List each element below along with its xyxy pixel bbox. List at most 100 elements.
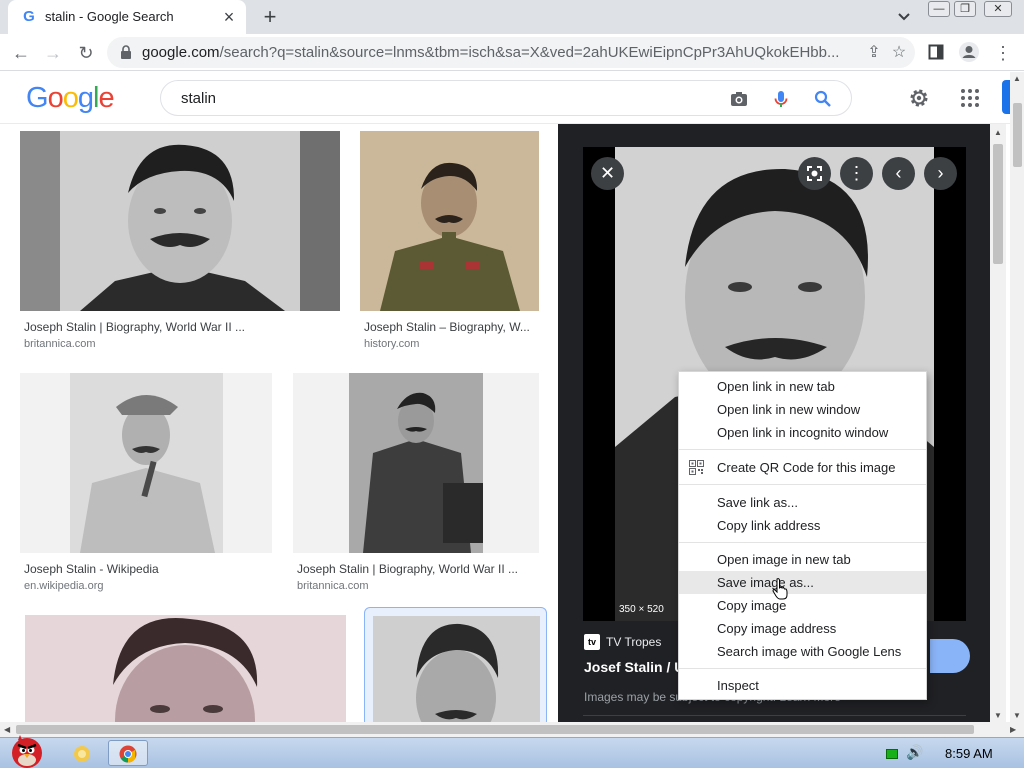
camera-search-icon[interactable] bbox=[729, 89, 749, 109]
url-path: /search?q=stalin&source=lnms&tbm=isch&sa… bbox=[219, 44, 840, 61]
search-input[interactable]: stalin bbox=[181, 90, 216, 107]
logo-letter: e bbox=[98, 82, 114, 114]
file-explorer-icon[interactable] bbox=[72, 744, 92, 764]
menu-create-qr-code[interactable]: Create QR Code for this image bbox=[679, 456, 926, 479]
panel-vertical-scrollbar[interactable]: ▲ ▼ bbox=[990, 124, 1006, 722]
logo-letter: o bbox=[47, 82, 64, 114]
result-thumbnail[interactable] bbox=[25, 615, 346, 723]
chrome-menu-icon[interactable]: ⋮ bbox=[992, 42, 1014, 64]
tv-tropes-logo-icon: tv bbox=[584, 634, 600, 650]
portrait-image bbox=[20, 131, 340, 311]
menu-copy-image[interactable]: Copy image bbox=[679, 594, 926, 617]
tab-search-chevron-icon[interactable] bbox=[896, 9, 912, 25]
profile-avatar-icon[interactable] bbox=[958, 41, 980, 63]
tab-strip: G stalin - Google Search × + — ❐ ✕ bbox=[0, 0, 1024, 34]
taskbar-chrome-button[interactable] bbox=[108, 740, 148, 766]
scrollbar-thumb[interactable] bbox=[1013, 103, 1022, 167]
result-thumbnail[interactable] bbox=[293, 373, 539, 553]
menu-separator bbox=[679, 542, 926, 543]
search-box[interactable]: stalin bbox=[160, 80, 852, 116]
sign-in-button-edge[interactable] bbox=[1002, 80, 1010, 114]
next-image-icon[interactable]: › bbox=[924, 157, 957, 190]
result-caption[interactable]: Joseph Stalin | Biography, World War II … bbox=[24, 320, 334, 334]
menu-inspect[interactable]: Inspect bbox=[679, 674, 926, 697]
volume-icon[interactable]: 🔊 bbox=[906, 744, 923, 761]
menu-copy-link-address[interactable]: Copy link address bbox=[679, 514, 926, 537]
menu-open-link-new-window[interactable]: Open link in new window bbox=[679, 398, 926, 421]
apps-grid-icon[interactable] bbox=[958, 86, 982, 110]
menu-copy-image-address[interactable]: Copy image address bbox=[679, 617, 926, 640]
result-thumbnail[interactable] bbox=[364, 607, 547, 723]
restore-icon[interactable]: ❐ bbox=[954, 1, 976, 17]
lock-icon bbox=[121, 45, 131, 59]
network-status-icon[interactable] bbox=[886, 749, 898, 759]
microphone-icon[interactable] bbox=[771, 89, 791, 109]
logo-letter: g bbox=[77, 82, 94, 114]
portrait-image bbox=[373, 616, 540, 723]
result-thumbnail[interactable] bbox=[20, 131, 340, 311]
url-host: google.com bbox=[142, 44, 220, 61]
side-panel-icon[interactable] bbox=[928, 44, 944, 60]
scroll-down-arrow-icon[interactable]: ▼ bbox=[994, 711, 1002, 720]
result-caption[interactable]: Joseph Stalin - Wikipedia bbox=[24, 562, 269, 576]
angry-bird-start-icon[interactable] bbox=[4, 732, 50, 768]
menu-open-image-new-tab[interactable]: Open image in new tab bbox=[679, 548, 926, 571]
logo-letter: G bbox=[26, 82, 49, 114]
address-bar[interactable]: google.com/search?q=stalin&source=lnms&t… bbox=[107, 37, 915, 68]
search-icon[interactable] bbox=[813, 89, 833, 109]
scroll-up-arrow-icon[interactable]: ▲ bbox=[1013, 74, 1021, 83]
menu-save-link-as[interactable]: Save link as... bbox=[679, 491, 926, 514]
scrollbar-thumb[interactable] bbox=[16, 725, 974, 734]
scroll-up-arrow-icon[interactable]: ▲ bbox=[994, 128, 1002, 137]
chrome-icon bbox=[119, 745, 137, 763]
minimize-icon[interactable]: — bbox=[928, 1, 950, 17]
result-thumbnail[interactable] bbox=[360, 131, 539, 311]
menu-separator bbox=[679, 668, 926, 669]
reload-icon[interactable]: ↻ bbox=[75, 42, 97, 64]
menu-separator bbox=[679, 449, 926, 450]
menu-separator bbox=[679, 484, 926, 485]
browser-toolbar: ← → ↻ google.com/search?q=stalin&source=… bbox=[0, 34, 1024, 71]
page-vertical-scrollbar[interactable]: ▲ ▼ bbox=[1010, 72, 1024, 722]
menu-search-google-lens[interactable]: Search image with Google Lens bbox=[679, 640, 926, 663]
portrait-image bbox=[293, 373, 539, 553]
portrait-image bbox=[25, 615, 346, 723]
share-icon[interactable]: ⇪ bbox=[865, 44, 883, 62]
portrait-image bbox=[20, 373, 272, 553]
visit-button[interactable] bbox=[930, 639, 970, 673]
close-tab-icon[interactable]: × bbox=[220, 8, 238, 26]
result-caption[interactable]: Joseph Stalin – Biography, W... bbox=[364, 320, 536, 334]
scroll-right-arrow-icon[interactable]: ▶ bbox=[1010, 725, 1016, 734]
forward-icon[interactable]: → bbox=[42, 42, 64, 64]
close-window-icon[interactable]: ✕ bbox=[984, 1, 1012, 17]
scroll-down-arrow-icon[interactable]: ▼ bbox=[1013, 711, 1021, 720]
settings-gear-icon[interactable] bbox=[907, 86, 931, 110]
image-results-grid: Joseph Stalin | Biography, World War II … bbox=[0, 125, 558, 723]
horizontal-scrollbar[interactable]: ◀ ▶ bbox=[0, 722, 1024, 737]
taskbar-clock[interactable]: 8:59 AM bbox=[945, 746, 993, 761]
image-dimensions: 350 × 520 bbox=[619, 604, 664, 615]
back-icon[interactable]: ← bbox=[10, 42, 32, 64]
bookmark-star-icon[interactable]: ☆ bbox=[890, 44, 908, 62]
logo-letter: o bbox=[62, 82, 79, 114]
result-source: history.com bbox=[364, 338, 420, 350]
close-preview-icon[interactable]: ✕ bbox=[591, 157, 624, 190]
menu-open-link-incognito[interactable]: Open link in incognito window bbox=[679, 421, 926, 444]
google-lens-icon[interactable] bbox=[798, 157, 831, 190]
url-text[interactable]: google.com/search?q=stalin&source=lnms&t… bbox=[142, 44, 852, 61]
menu-save-image-as[interactable]: Save image as... bbox=[679, 571, 926, 594]
preview-source[interactable]: TV Tropes bbox=[606, 635, 661, 649]
mouse-pointer-icon bbox=[772, 578, 788, 600]
google-logo[interactable]: Google bbox=[26, 82, 115, 115]
scrollbar-thumb[interactable] bbox=[993, 144, 1003, 264]
result-thumbnail[interactable] bbox=[20, 373, 272, 553]
more-options-icon[interactable]: ⋮ bbox=[840, 157, 873, 190]
result-caption[interactable]: Joseph Stalin | Biography, World War II … bbox=[297, 562, 537, 576]
new-tab-icon[interactable]: + bbox=[258, 6, 282, 28]
preview-title[interactable]: Josef Stalin / U bbox=[584, 659, 684, 675]
menu-open-link-new-tab[interactable]: Open link in new tab bbox=[679, 375, 926, 398]
result-source: britannica.com bbox=[297, 580, 369, 592]
browser-tab[interactable]: G stalin - Google Search × bbox=[8, 0, 246, 34]
previous-image-icon[interactable]: ‹ bbox=[882, 157, 915, 190]
result-source: britannica.com bbox=[24, 338, 96, 350]
